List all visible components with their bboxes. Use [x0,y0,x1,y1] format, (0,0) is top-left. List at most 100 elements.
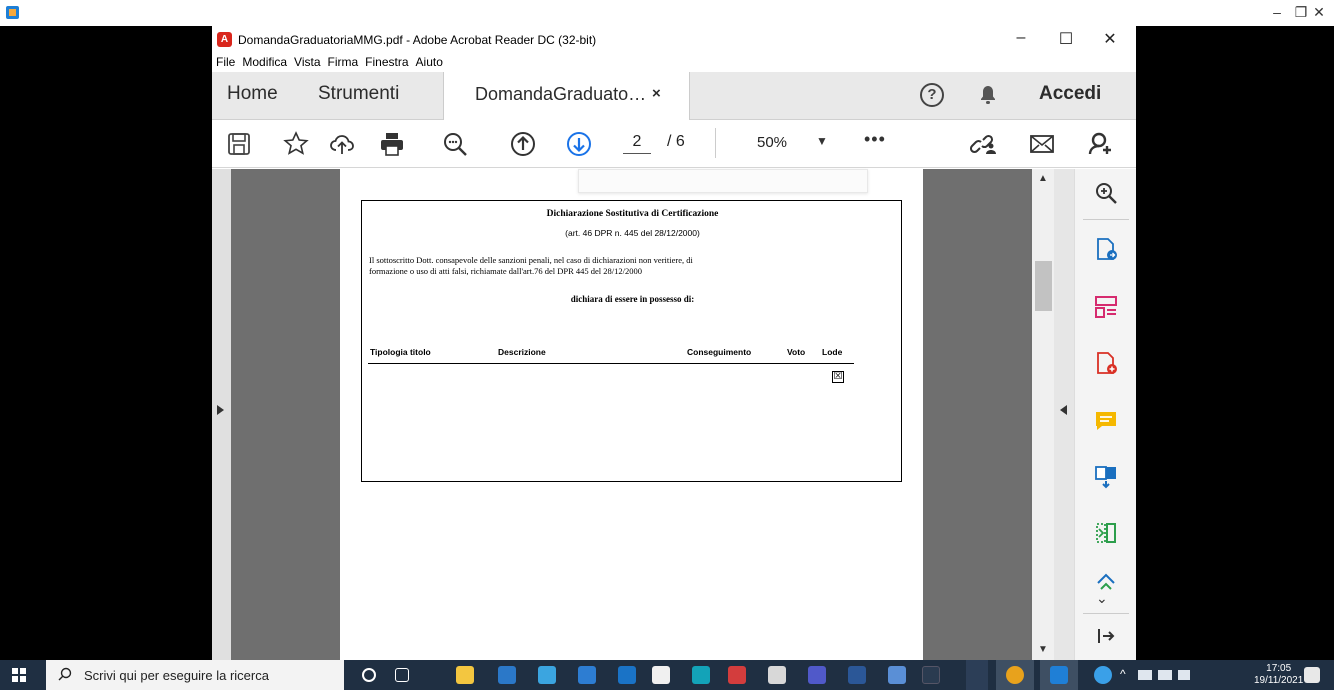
taskbar-slot[interactable] [966,660,988,690]
chevron-down-icon[interactable]: ⌄ [1096,590,1108,607]
menu-aiuto[interactable]: Aiuto [412,54,446,69]
zoom-level[interactable]: 50% [757,134,787,151]
organize-pages-icon[interactable] [1094,295,1118,319]
cloud-upload-icon[interactable] [328,130,356,158]
outer-close-button[interactable]: ✕ [1304,4,1334,21]
cortana-icon[interactable] [362,668,376,682]
vertical-scrollbar[interactable]: ▲ ▼ [1032,169,1054,660]
print-icon[interactable] [378,130,406,158]
outer-titlebar: – ❐ ✕ [0,0,1334,26]
menu-firma[interactable]: Firma [324,54,362,69]
scroll-down-icon[interactable]: ▼ [1038,644,1048,655]
column-conseguimento: Conseguimento [687,347,752,357]
remote-desktop-icon[interactable] [538,666,556,684]
export-pdf-icon[interactable] [1094,237,1118,261]
table-header-rule [368,363,854,364]
lode-checkbox[interactable]: ☒ [832,371,844,383]
right-pane-toggle[interactable] [1054,169,1074,660]
add-user-icon[interactable] [1087,130,1115,158]
minimize-button[interactable]: – [1001,29,1041,47]
menu-modifica[interactable]: Modifica [238,54,290,69]
doc-subtitle: (art. 46 DPR n. 445 del 28/12/2000) [565,228,700,238]
zoom-dropdown-icon[interactable]: ▼ [816,134,828,148]
menu-vista[interactable]: Vista [290,54,323,69]
chrome-icon [1006,666,1024,684]
expand-left-icon [217,405,224,415]
bookmark-star-icon[interactable] [282,130,310,158]
zoom-in-icon[interactable] [1094,181,1118,205]
doc-body-line: formazione o uso di atti falsi, richiama… [369,266,643,276]
active-app-icon [1050,666,1068,684]
store-icon[interactable] [652,666,670,684]
save-icon[interactable] [225,130,253,158]
next-page-icon[interactable] [565,130,593,158]
share-link-icon[interactable] [970,130,998,158]
app-icon [6,6,19,19]
previous-page-icon[interactable] [509,130,537,158]
window-title: DomandaGraduatoriaMMG.pdf - Adobe Acroba… [238,33,597,47]
acrobat-logo-icon: A [217,32,232,47]
taskbar: Scrivi qui per eseguire la ricerca ^ 17:… [0,660,1334,690]
taskbar-clock[interactable]: 17:05 19/11/2021 [1254,663,1303,687]
toolbar: 2 / 6 50% ▼ ••• [212,120,1136,168]
tools-pane: ⌄ [1074,169,1136,660]
more-tools-button[interactable]: ••• [864,129,886,150]
close-button[interactable]: ✕ [1090,29,1130,49]
help-icon[interactable]: ? [920,83,944,107]
tab-home[interactable]: Home [227,83,278,105]
maximize-button[interactable]: ☐ [1046,29,1086,49]
notification-center-icon[interactable] [1304,667,1320,683]
combine-files-icon[interactable] [1094,465,1118,489]
word-icon[interactable] [848,666,866,684]
collapse-tools-icon[interactable] [1094,624,1118,648]
scroll-thumb[interactable] [1035,261,1052,311]
clock-time: 17:05 [1266,663,1292,674]
teams-icon[interactable] [808,666,826,684]
tab-document[interactable]: DomandaGraduato… × [443,72,690,120]
tray-overflow-icon[interactable]: ^ [1120,667,1126,681]
tab-bar: Home Strumenti DomandaGraduato… × ? Acce… [212,72,1136,120]
document-viewer[interactable]: Dichiarazione Sostitutiva di Certificazi… [212,169,1136,660]
declaration-box: Dichiarazione Sostitutiva di Certificazi… [361,200,902,482]
internet-explorer-icon[interactable] [498,666,516,684]
app-icon-folder[interactable] [888,666,906,684]
column-tipologia: Tipologia titolo [370,347,431,357]
edge-icon[interactable] [578,666,596,684]
app-icon-people[interactable] [768,666,786,684]
search-placeholder: Scrivi qui per eseguire la ricerca [84,668,269,683]
left-pane-toggle[interactable] [212,169,231,660]
menu-finestra[interactable]: Finestra [361,54,411,69]
windows-start-icon[interactable] [12,668,26,682]
tab-strumenti[interactable]: Strumenti [318,83,399,105]
taskbar-search[interactable]: Scrivi qui per eseguire la ricerca [46,660,344,690]
collapse-right-icon [1060,405,1067,415]
zoom-out-icon[interactable] [441,130,469,158]
task-view-icon[interactable] [395,668,409,682]
tools-divider [1083,219,1129,220]
doc-body-line: Il sottoscritto Dott. consapevole delle … [369,255,693,265]
compress-pdf-icon[interactable] [1094,521,1118,545]
email-icon[interactable] [1028,130,1056,158]
system-tray-icons[interactable] [1138,670,1198,680]
bell-icon[interactable] [976,83,1000,107]
help-tray-icon[interactable] [1094,666,1112,684]
page-number-input[interactable]: 2 [623,133,651,154]
sign-in-button[interactable]: Accedi [1039,83,1101,105]
doc-title: Dichiarazione Sostitutiva di Certificazi… [546,209,719,219]
comment-icon[interactable] [1094,409,1118,433]
search-icon [58,667,72,681]
file-explorer-icon[interactable] [456,666,474,684]
create-pdf-icon[interactable] [1094,351,1118,375]
clock-date: 19/11/2021 [1254,675,1304,686]
toolbar-divider [715,128,716,158]
outlook-icon[interactable] [618,666,636,684]
security-shield-icon[interactable] [728,666,746,684]
tab-close-button[interactable]: × [652,85,661,102]
column-voto: Voto [787,347,806,357]
app-icon-generic[interactable] [922,666,940,684]
menu-file[interactable]: File [212,54,238,69]
app-icon-teal[interactable] [692,666,710,684]
column-descrizione: Descrizione [498,347,546,357]
tools-divider [1083,613,1129,614]
scroll-up-icon[interactable]: ▲ [1038,173,1048,184]
